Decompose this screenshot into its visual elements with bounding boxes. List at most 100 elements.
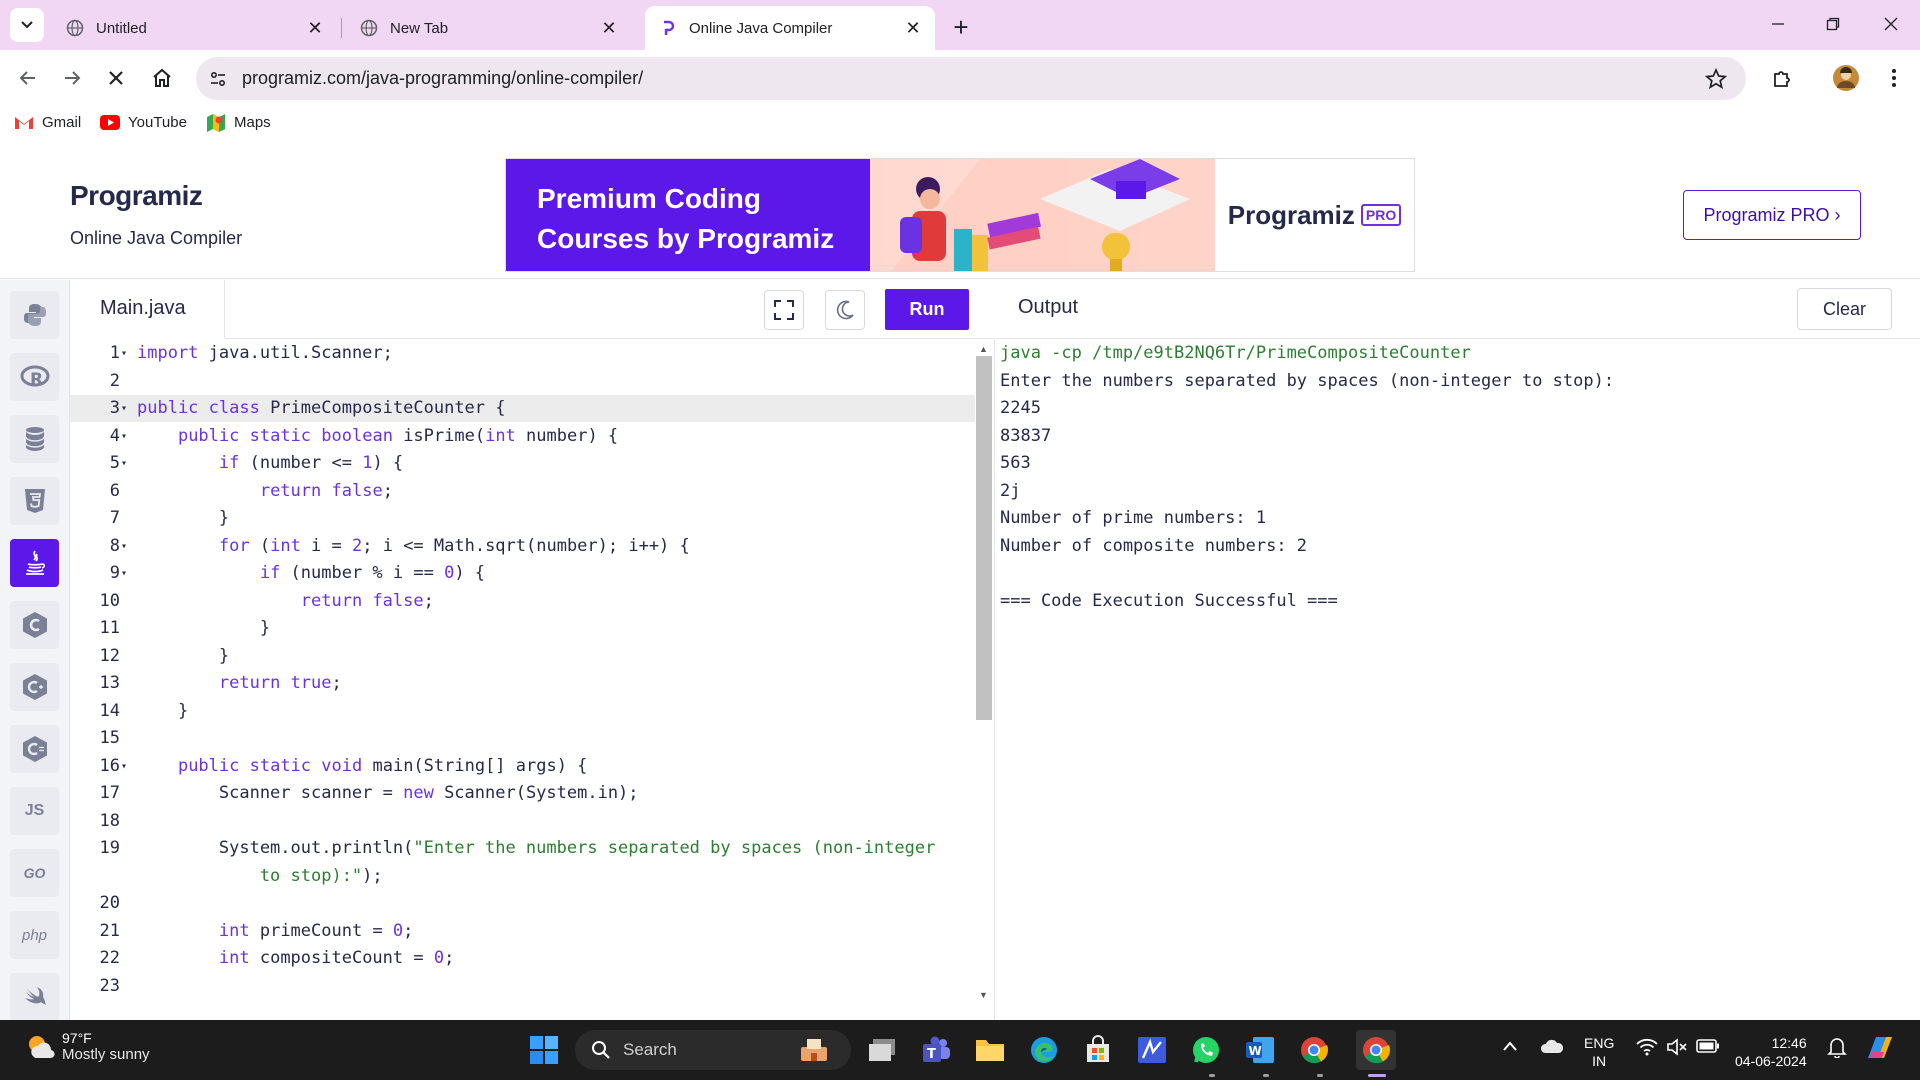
copilot-button[interactable] [1864, 1032, 1896, 1068]
volume-status[interactable] [1666, 1038, 1688, 1060]
tab-untitled[interactable]: Untitled ✕ [52, 6, 337, 50]
lang-cpp-button[interactable] [10, 663, 59, 711]
code-line[interactable]: 8 ▾ for (int i = 2; i <= Math.sqrt(number… [70, 533, 975, 560]
fold-arrow-icon[interactable]: ▾ [121, 753, 133, 780]
bookmark-star-icon[interactable] [1702, 65, 1730, 93]
notifications-button[interactable] [1827, 1036, 1847, 1062]
lang-swift-button[interactable] [10, 973, 59, 1021]
task-view-button[interactable] [862, 1030, 902, 1070]
code-line[interactable]: 3 ▾ public class PrimeCompositeCounter { [70, 395, 975, 422]
lang-csharp-button[interactable] [10, 725, 59, 773]
fullscreen-button[interactable] [764, 290, 804, 330]
onedrive-button[interactable] [1540, 1038, 1564, 1058]
battery-status[interactable] [1696, 1039, 1720, 1057]
lang-r-button[interactable]: R [10, 353, 59, 401]
tab-new-tab[interactable]: New Tab ✕ [346, 6, 631, 50]
forward-button[interactable] [56, 62, 88, 94]
fold-arrow-icon[interactable]: ▾ [121, 340, 133, 367]
bookmark-maps[interactable]: Maps [206, 113, 271, 132]
output-console[interactable]: java -cp /tmp/e9tB2NQ6Tr/PrimeCompositeC… [996, 340, 1920, 1020]
fold-arrow-icon[interactable]: ▾ [121, 560, 133, 587]
lang-go-button[interactable]: GO [10, 849, 59, 897]
profile-avatar[interactable] [1830, 62, 1862, 94]
stop-loading-button[interactable] [100, 62, 132, 94]
editor-scrollbar-thumb[interactable] [976, 356, 992, 720]
file-tab-main-java[interactable]: Main.java [70, 280, 225, 339]
tab-online-java-compiler[interactable]: Online Java Compiler ✕ [645, 6, 935, 50]
edge-app[interactable] [1024, 1030, 1064, 1070]
fold-arrow-icon[interactable]: ▾ [121, 533, 133, 560]
input-language-indicator[interactable]: ENG IN [1584, 1034, 1614, 1070]
lang-c-button[interactable] [10, 601, 59, 649]
code-line[interactable]: 16 ▾ public static void main(String[] arg… [70, 753, 975, 780]
lang-javascript-button[interactable]: JS [10, 787, 59, 835]
lang-sql-button[interactable] [10, 415, 59, 463]
code-line[interactable]: 19 System.out.println("Enter the numbers… [70, 835, 975, 862]
ad-banner[interactable]: Premium Coding Courses by Programiz Prog… [505, 158, 1415, 272]
bookmark-youtube[interactable]: YouTube [100, 114, 187, 131]
tab-search-button[interactable] [10, 8, 44, 42]
network-status[interactable] [1636, 1038, 1658, 1060]
lang-php-button[interactable]: php [10, 911, 59, 959]
whatsapp-app[interactable] [1186, 1030, 1226, 1070]
scroll-up-arrow-icon[interactable]: ▲ [979, 344, 988, 354]
close-icon[interactable]: ✕ [901, 16, 925, 40]
lang-python-button[interactable] [10, 291, 59, 339]
code-line[interactable]: 12 } [70, 643, 975, 670]
code-line[interactable]: 5 ▾ if (number <= 1) { [70, 450, 975, 477]
code-line[interactable]: 10 return false; [70, 588, 975, 615]
extensions-button[interactable] [1766, 62, 1798, 94]
tray-overflow-button[interactable] [1502, 1038, 1518, 1056]
site-info-icon[interactable] [200, 61, 236, 97]
code-line[interactable]: 17 Scanner scanner = new Scanner(System.… [70, 780, 975, 807]
bookmark-gmail[interactable]: Gmail [14, 114, 81, 131]
start-button[interactable] [524, 1030, 564, 1070]
run-button[interactable]: Run [885, 289, 969, 330]
code-editor[interactable]: 1 ▾ import java.util.Scanner; 2 3 ▾ public cla… [70, 340, 995, 1020]
programiz-pro-button[interactable]: Programiz PRO › [1683, 190, 1861, 240]
fold-arrow-icon[interactable]: ▾ [121, 395, 133, 422]
code-line[interactable]: 18 [70, 808, 975, 835]
minimize-button[interactable] [1755, 8, 1801, 40]
new-tab-button[interactable]: + [945, 11, 977, 43]
code-line[interactable]: to stop):"); [70, 863, 975, 890]
code-line[interactable]: 23 [70, 973, 975, 1000]
microsoft-store-app[interactable] [1078, 1030, 1118, 1070]
clear-button[interactable]: Clear [1797, 288, 1892, 330]
weather-widget[interactable]: 97°F Mostly sunny [24, 1030, 150, 1063]
code-line[interactable]: 21 int primeCount = 0; [70, 918, 975, 945]
pen-app[interactable] [1132, 1030, 1172, 1070]
restore-button[interactable] [1810, 8, 1856, 40]
close-window-button[interactable] [1868, 8, 1914, 40]
code-line[interactable]: 2 [70, 368, 975, 395]
dark-mode-toggle[interactable] [825, 290, 865, 330]
close-icon[interactable]: ✕ [303, 16, 327, 40]
code-line[interactable]: 4 ▾ public static boolean isPrime(int num… [70, 423, 975, 450]
taskbar-search[interactable]: Search [575, 1030, 851, 1070]
code-line[interactable]: 13 return true; [70, 670, 975, 697]
lang-html-button[interactable] [10, 477, 59, 525]
lang-java-button[interactable] [10, 539, 59, 587]
code-line[interactable]: 6 return false; [70, 478, 975, 505]
chrome-app-active[interactable] [1356, 1030, 1396, 1070]
clock[interactable]: 12:46 04-06-2024 [1735, 1034, 1807, 1070]
programiz-logo[interactable]: Programiz [70, 180, 203, 212]
code-line[interactable]: 11 } [70, 615, 975, 642]
code-line[interactable]: 15 [70, 725, 975, 752]
code-line[interactable]: 1 ▾ import java.util.Scanner; [70, 340, 975, 367]
word-app[interactable]: W [1240, 1030, 1280, 1070]
chrome-app[interactable] [1294, 1030, 1334, 1070]
code-line[interactable]: 22 int compositeCount = 0; [70, 945, 975, 972]
code-line[interactable]: 9 ▾ if (number % i == 0) { [70, 560, 975, 587]
code-line[interactable]: 14 } [70, 698, 975, 725]
address-bar[interactable]: programiz.com/java-programming/online-co… [196, 57, 1746, 100]
file-explorer-app[interactable] [970, 1030, 1010, 1070]
fold-arrow-icon[interactable]: ▾ [121, 423, 133, 450]
scroll-down-arrow-icon[interactable]: ▼ [979, 990, 988, 1000]
fold-arrow-icon[interactable]: ▾ [121, 450, 133, 477]
code-line[interactable]: 7 } [70, 505, 975, 532]
close-icon[interactable]: ✕ [597, 16, 621, 40]
home-button[interactable] [146, 62, 178, 94]
browser-menu-button[interactable] [1878, 62, 1910, 94]
code-line[interactable]: 20 [70, 890, 975, 917]
